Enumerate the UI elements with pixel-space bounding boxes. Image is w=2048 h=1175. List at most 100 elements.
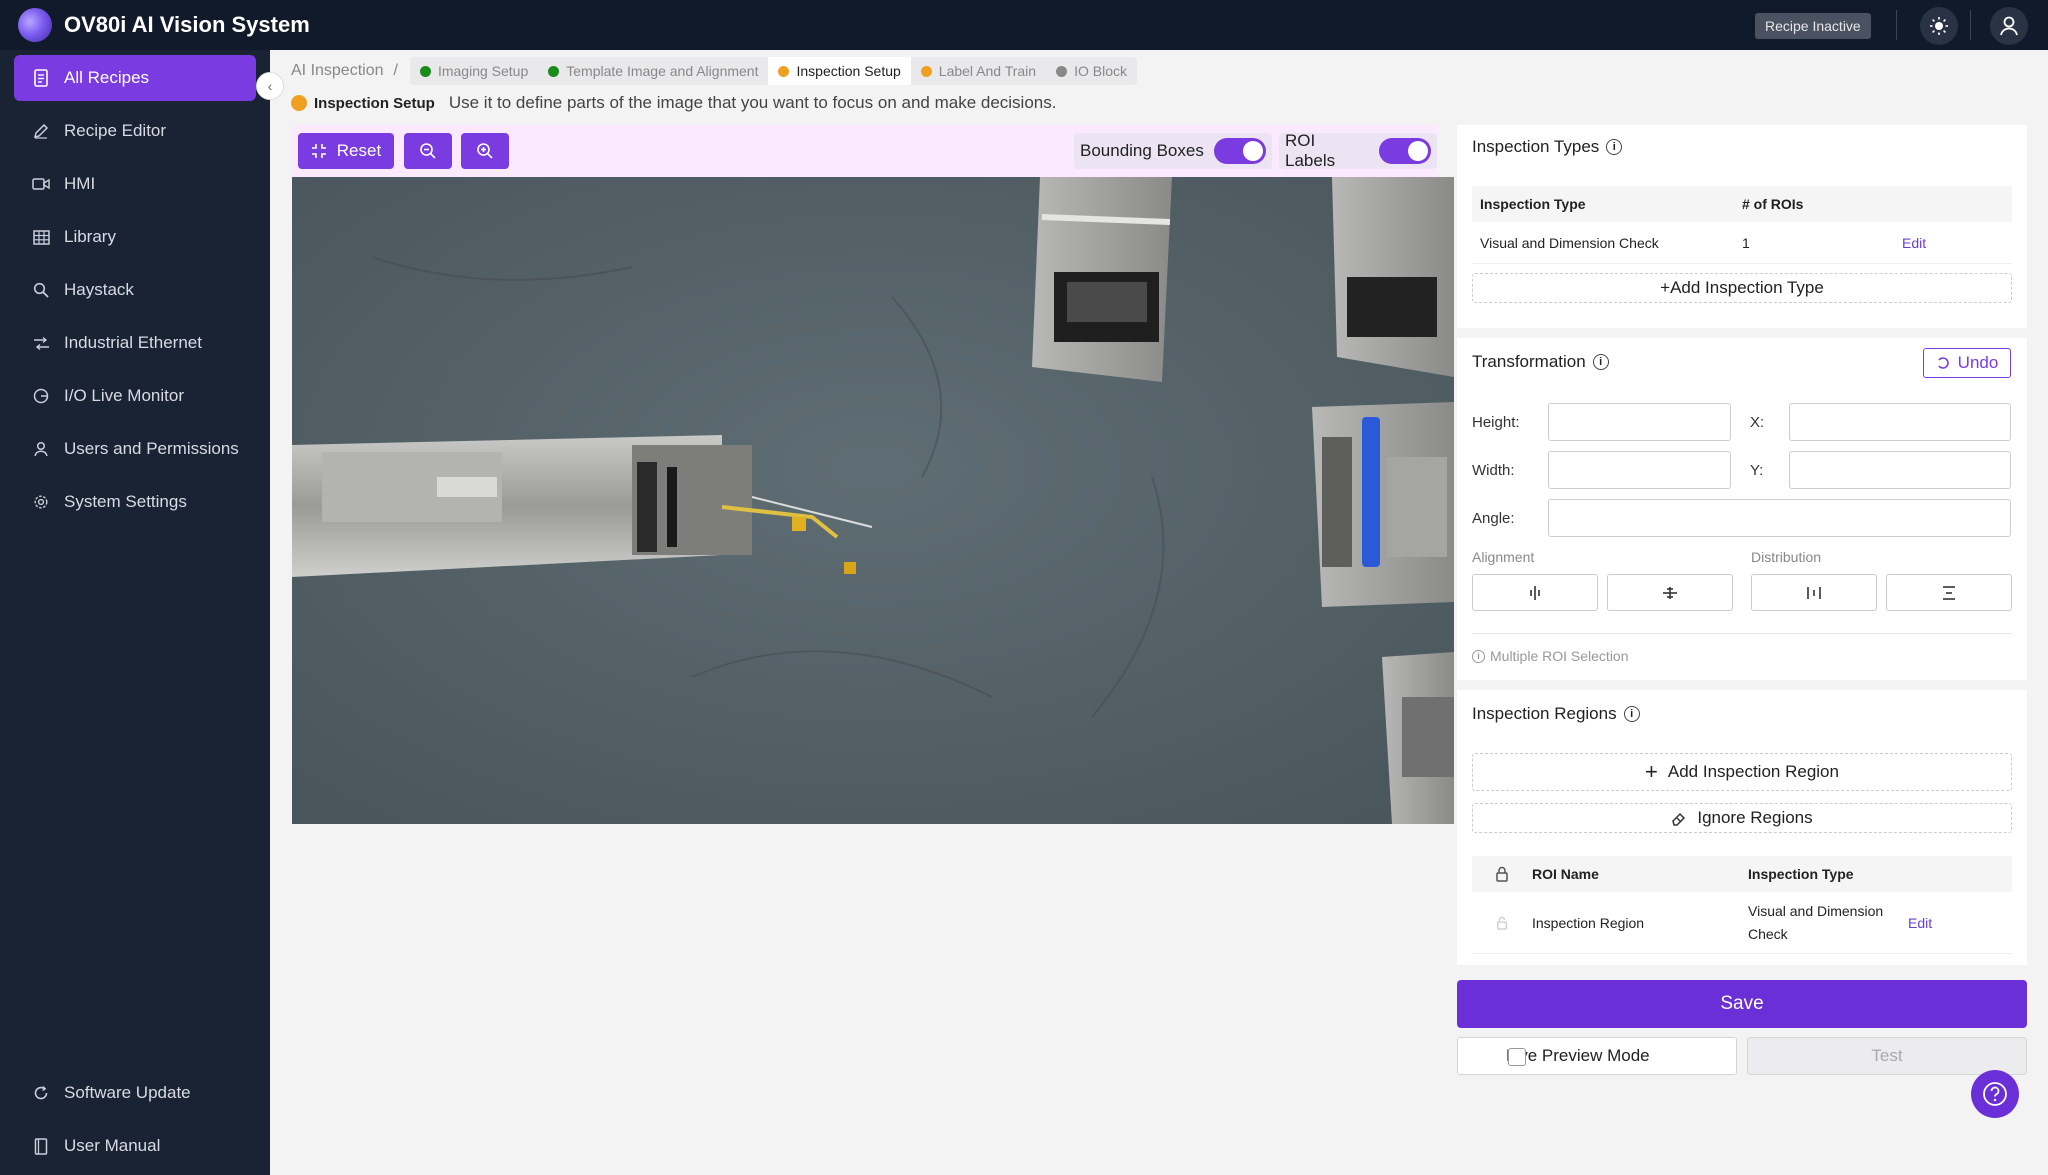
status-dot [778,65,790,77]
eraser-icon [1671,810,1687,826]
divider [1472,633,2012,634]
camera-image [292,177,1454,824]
edit-link[interactable]: Edit [1902,235,1926,251]
bounding-boxes-toggle[interactable]: Bounding Boxes [1074,133,1272,169]
button-label: +Add Inspection Type [1660,278,1824,297]
align-vertical-center-button[interactable] [1607,574,1733,611]
app-logo [18,8,52,42]
status-dot [1056,65,1068,77]
distribution-label: Distribution [1751,549,1822,565]
inspection-regions-title: Inspection Regions i [1472,704,1640,724]
roi-labels-toggle[interactable]: ROI Labels [1279,131,1437,170]
save-button[interactable]: Save [1457,980,2027,1028]
toggle-label: Bounding Boxes [1080,141,1204,160]
page-description: Use it to define parts of the image that… [448,93,1057,112]
column-header: Inspection Type [1748,866,1854,882]
info-icon[interactable]: i [1623,706,1640,722]
inspection-regions-table: ROI Name Inspection Type Inspection Regi… [1472,856,2012,954]
tab-label: Imaging Setup [437,63,529,79]
tab-label: Label And Train [938,63,1037,79]
live-preview-toggle[interactable]: Live Preview Mode [1457,1037,1737,1075]
sidebar-item-all-recipes[interactable]: All Recipes [14,55,256,101]
sidebar-item-label: I/O Live Monitor [64,386,184,405]
zoom-in-button[interactable] [461,133,509,169]
roi-labels-switch[interactable] [1379,138,1431,164]
chevron-left-icon[interactable]: ‹ [256,72,284,100]
video-icon [32,175,50,193]
undo-icon [1936,356,1950,370]
inspection-types-table: Inspection Type # of ROIs Visual and Dim… [1472,186,2012,264]
angle-field[interactable] [1548,499,2011,537]
app-title: OV80i AI Vision System [64,12,310,37]
x-label: X: [1750,414,1765,431]
sidebar-item-users-and-permissions[interactable]: Users and Permissions [14,426,256,472]
info-icon[interactable]: i [1606,139,1623,155]
sidebar-item-label: Library [64,227,116,246]
inspection-type-line: Visual and Dimension [1748,903,1884,920]
status-dot [920,65,932,77]
info-icon[interactable]: i [1592,354,1609,370]
status-dot [291,95,307,111]
add-inspection-region-button[interactable]: + Add Inspection Region [1472,753,2012,791]
sidebar-item-user-manual[interactable]: User Manual [14,1123,256,1169]
height-field[interactable] [1548,403,1731,441]
sidebar-item-label: User Manual [64,1136,161,1155]
tab-template-image-and-alignment[interactable]: Template Image and Alignment [538,57,768,85]
lock-icon[interactable] [1472,866,1532,882]
sidebar-item-io-live-monitor[interactable]: I/O Live Monitor [14,373,256,419]
zoom-out-icon [419,142,437,160]
sidebar-item-hmi[interactable]: HMI [14,161,256,207]
user-icon[interactable] [1990,7,2028,45]
sidebar-item-software-update[interactable]: Software Update [14,1070,256,1116]
ignore-regions-button[interactable]: Ignore Regions [1472,803,2012,833]
x-field[interactable] [1789,403,2011,441]
sidebar-item-label: Haystack [64,280,134,299]
status-dot [548,65,560,77]
tab-io-block[interactable]: IO Block [1046,57,1137,85]
unlock-icon[interactable] [1472,916,1532,930]
tab-inspection-setup[interactable]: Inspection Setup [768,57,911,85]
table-row[interactable]: Inspection Region Visual and Dimension C… [1472,892,2012,954]
monitor-icon [32,387,50,405]
add-inspection-type-button[interactable]: +Add Inspection Type [1472,273,2012,303]
sidebar-item-industrial-ethernet[interactable]: Industrial Ethernet [14,320,256,366]
tab-imaging-setup[interactable]: Imaging Setup [410,57,538,85]
sidebar-item-label: Users and Permissions [64,439,239,458]
distribute-vertical-button[interactable] [1886,574,2012,611]
edit-link[interactable]: Edit [1908,915,1932,931]
panel-title-text: Inspection Regions [1472,704,1617,723]
network-icon [32,334,50,352]
column-header: # of ROIs [1742,196,1804,212]
undo-button[interactable]: Undo [1923,348,2011,378]
sun-icon[interactable] [1920,7,1958,45]
sidebar-item-label: System Settings [64,492,187,511]
distribute-horizontal-button[interactable] [1751,574,1877,611]
sidebar-item-haystack[interactable]: Haystack [14,267,256,313]
inspection-type-line: Check [1748,925,1788,942]
inspection-image-canvas[interactable] [292,177,1454,824]
distribute-horizontal-icon [1806,585,1822,601]
tab-label-and-train[interactable]: Label And Train [911,57,1046,85]
sidebar-item-label: Industrial Ethernet [64,333,202,352]
zoom-out-button[interactable] [404,133,452,169]
align-horizontal-center-button[interactable] [1472,574,1598,611]
transformation-title: Transformation i [1472,352,1609,372]
width-label: Width: [1472,462,1515,479]
breadcrumb-root[interactable]: AI Inspection [291,62,384,80]
angle-label: Angle: [1472,510,1515,527]
sidebar-item-system-settings[interactable]: System Settings [14,479,256,525]
reset-button[interactable]: Reset [298,133,394,169]
button-label: Add Inspection Region [1667,762,1839,781]
sidebar-item-label: Software Update [64,1083,191,1102]
inspection-types-title: Inspection Types i [1472,137,1623,157]
y-field[interactable] [1789,451,2011,489]
sidebar-item-recipe-editor[interactable]: Recipe Editor [14,108,256,154]
table-header: Inspection Type # of ROIs [1472,186,2012,222]
live-preview-checkbox[interactable] [1508,1048,1526,1066]
bounding-boxes-switch[interactable] [1213,138,1266,164]
width-field[interactable] [1548,451,1731,489]
help-icon[interactable] [1971,1070,2019,1118]
step-tabs: Imaging Setup Template Image and Alignme… [409,57,1137,85]
sidebar-item-library[interactable]: Library [14,214,256,260]
test-button[interactable]: Test [1747,1037,2027,1075]
